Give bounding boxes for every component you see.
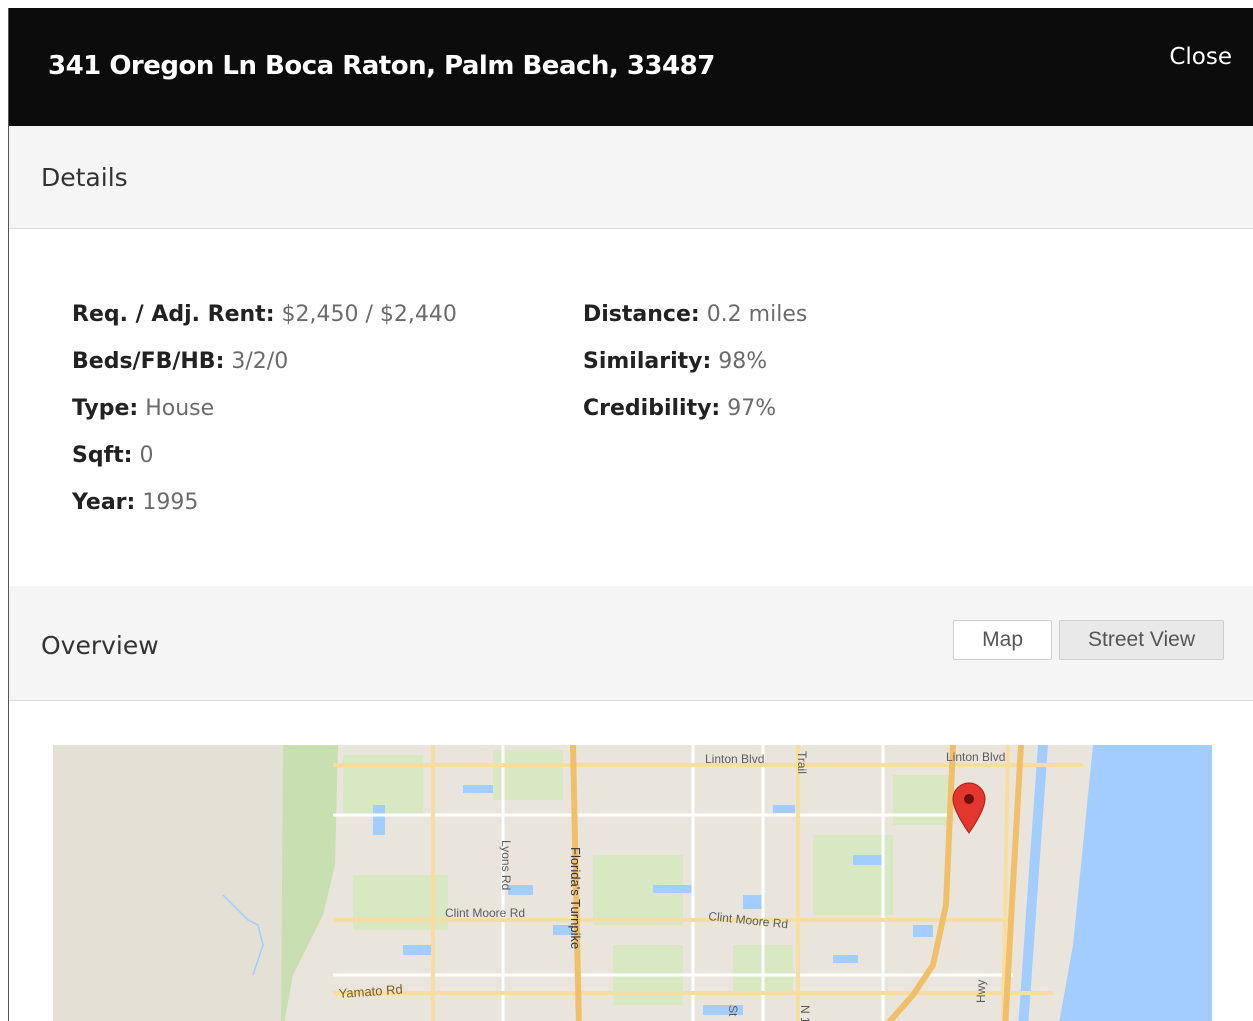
detail-value: 0.2 miles: [706, 302, 808, 327]
map-label-linton-e: Linton Blvd: [946, 750, 1005, 764]
detail-value: 0: [139, 443, 154, 468]
details-left-column: Req. / Adj. Rent: $2,450 / $2,440 Beds/F…: [72, 302, 457, 537]
details-section-header: Details: [9, 126, 1253, 229]
detail-value: 98%: [718, 349, 768, 374]
detail-similarity: Similarity: 98%: [583, 349, 807, 396]
map-view[interactable]: Linton Blvd Linton Blvd Trail Lyons Rd F…: [53, 745, 1212, 1021]
detail-value: 3/2/0: [231, 349, 289, 374]
detail-value: $2,450 / $2,440: [281, 302, 457, 327]
map-label-hwy: Hwy: [974, 980, 988, 1003]
detail-value: 97%: [727, 396, 777, 421]
map-label-turnpike: Florida's Turnpike: [568, 847, 583, 949]
map-button[interactable]: Map: [953, 620, 1052, 660]
property-details-modal: 341 Oregon Ln Boca Raton, Palm Beach, 33…: [8, 8, 1253, 1021]
detail-beds: Beds/FB/HB: 3/2/0: [72, 349, 457, 396]
map-label-linton-w: Linton Blvd: [705, 752, 764, 766]
detail-label: Distance:: [583, 302, 700, 327]
map-label-lyons: Lyons Rd: [499, 840, 513, 890]
modal-header: 341 Oregon Ln Boca Raton, Palm Beach, 33…: [9, 8, 1253, 126]
map-open-land: [53, 745, 283, 1021]
modal-title: 341 Oregon Ln Boca Raton, Palm Beach, 33…: [48, 51, 715, 81]
detail-label: Type:: [72, 396, 139, 421]
detail-label: Beds/FB/HB:: [72, 349, 225, 374]
view-toggle-group: Map Street View: [953, 620, 1224, 660]
details-title: Details: [41, 163, 128, 192]
map-label-n1: N 1: [798, 1005, 812, 1021]
details-right-column: Distance: 0.2 miles Similarity: 98% Cred…: [583, 302, 807, 443]
detail-label: Sqft:: [72, 443, 133, 468]
map-label-trail: Trail: [795, 751, 809, 774]
detail-year: Year: 1995: [72, 490, 457, 537]
detail-type: Type: House: [72, 396, 457, 443]
close-button[interactable]: Close: [1169, 44, 1232, 70]
detail-sqft: Sqft: 0: [72, 443, 457, 490]
overview-title: Overview: [41, 631, 159, 660]
detail-label: Year:: [72, 490, 136, 515]
detail-value: 1995: [142, 490, 199, 515]
detail-credibility: Credibility: 97%: [583, 396, 807, 443]
map-label-clint-moore-w: Clint Moore Rd: [445, 906, 525, 920]
overview-section-header: Overview Map Street View: [9, 586, 1253, 701]
detail-value: House: [145, 396, 215, 421]
details-body: Req. / Adj. Rent: $2,450 / $2,440 Beds/F…: [9, 229, 1253, 586]
detail-label: Req. / Adj. Rent:: [72, 302, 275, 327]
detail-label: Similarity:: [583, 349, 712, 374]
street-view-button[interactable]: Street View: [1059, 620, 1224, 660]
detail-label: Credibility:: [583, 396, 721, 421]
detail-rent: Req. / Adj. Rent: $2,450 / $2,440: [72, 302, 457, 349]
map-label-st: St: [726, 1005, 740, 1017]
map-canvas[interactable]: Linton Blvd Linton Blvd Trail Lyons Rd F…: [53, 745, 1212, 1021]
detail-distance: Distance: 0.2 miles: [583, 302, 807, 349]
